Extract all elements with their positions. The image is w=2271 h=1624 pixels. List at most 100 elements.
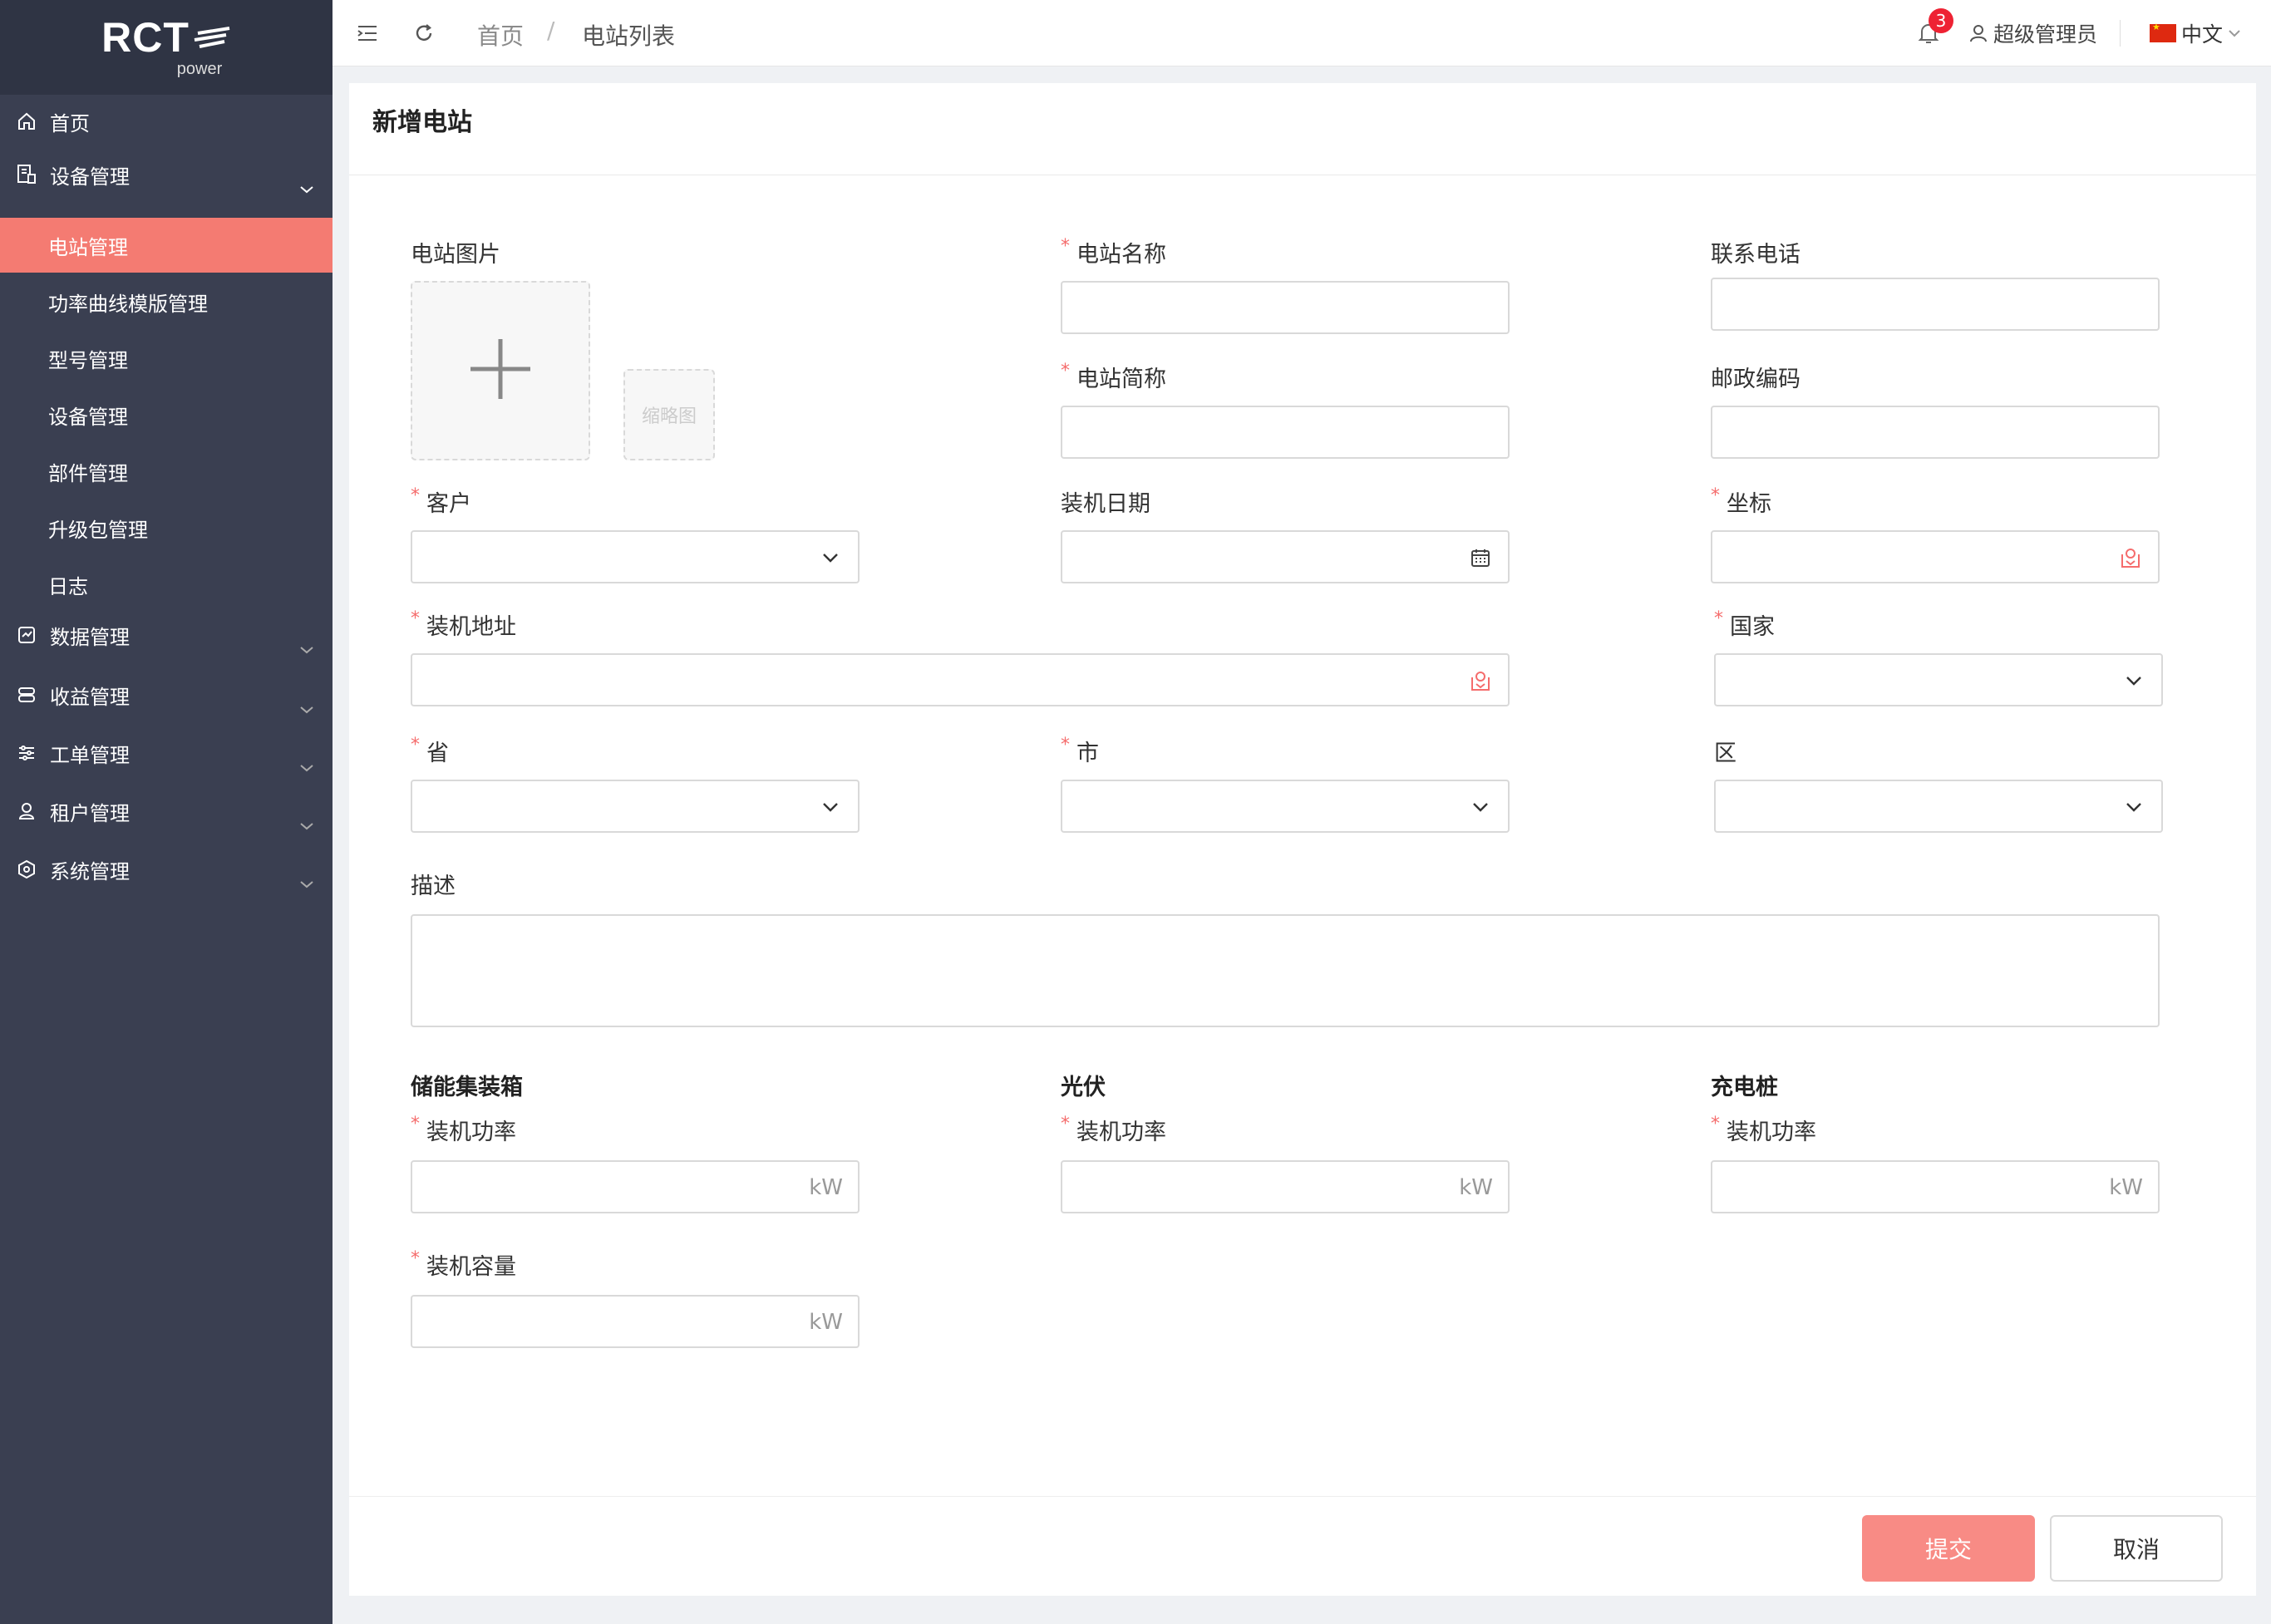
label-text: 电站名称 — [1076, 242, 1166, 268]
city-select[interactable] — [1061, 780, 1510, 833]
country-select[interactable] — [1714, 653, 2163, 706]
chevron-down-icon — [299, 871, 314, 894]
header-divider — [2120, 20, 2121, 47]
required-mark: * — [411, 1248, 420, 1269]
postal-code-label: 邮政编码 — [1711, 367, 1801, 392]
sidebar-item-workorder[interactable]: 工单管理 — [0, 728, 333, 778]
submit-button[interactable]: 提交 — [1862, 1515, 2035, 1582]
coordinates-input[interactable] — [1711, 530, 2160, 583]
sidebar-item-label: 设备管理 — [50, 165, 130, 189]
install-date-picker[interactable] — [1061, 530, 1510, 583]
chevron-down-icon — [1468, 795, 1493, 819]
province-select[interactable] — [411, 780, 860, 833]
sidebar-item-revenue[interactable]: 收益管理 — [0, 670, 333, 720]
breadcrumb-current: 电站列表 — [582, 22, 676, 50]
notification-badge: 3 — [1929, 8, 1953, 33]
description-textarea[interactable] — [411, 914, 2160, 1027]
sidebar-item-label: 系统管理 — [50, 859, 130, 883]
logo-stripes-icon — [193, 17, 231, 58]
sidebar-subitem-log[interactable]: 日志 — [0, 557, 333, 612]
province-label: * 省 — [411, 735, 449, 767]
collapse-menu-icon[interactable] — [354, 20, 381, 47]
form-footer: 提交 取消 — [349, 1496, 2256, 1596]
required-mark: * — [1061, 236, 1070, 257]
breadcrumb-home[interactable]: 首页 — [477, 18, 524, 52]
customer-label: * 客户 — [411, 485, 471, 518]
label-text: 装机容量 — [426, 1254, 516, 1280]
system-icon — [15, 858, 38, 881]
submenu-label: 电站管理 — [48, 235, 128, 259]
station-name-label: * 电站名称 — [1061, 236, 1166, 268]
submenu-label: 升级包管理 — [48, 518, 148, 542]
install-address-input[interactable] — [411, 653, 1510, 706]
charger-power-input[interactable]: kW — [1711, 1160, 2160, 1213]
user-menu[interactable]: 超级管理员 — [1968, 18, 2097, 48]
map-pin-icon[interactable] — [2118, 545, 2143, 570]
revenue-icon — [15, 683, 38, 706]
customer-select[interactable] — [411, 530, 860, 583]
install-address-label: * 装机地址 — [411, 608, 516, 641]
required-mark: * — [1714, 608, 1723, 629]
charger-power-label: * 装机功率 — [1711, 1114, 1816, 1146]
logo: RCT power — [0, 0, 333, 95]
sidebar-item-system[interactable]: 系统管理 — [0, 844, 333, 894]
language-selector[interactable]: 中文 — [2150, 18, 2241, 48]
storage-capacity-input[interactable]: kW — [411, 1295, 860, 1348]
label-text: 省 — [426, 741, 449, 766]
required-mark: * — [1711, 1114, 1720, 1134]
sidebar-subitem-station-management[interactable]: 电站管理 — [0, 218, 333, 273]
chevron-down-icon — [2121, 795, 2146, 819]
submenu-label: 日志 — [48, 574, 88, 598]
chevron-down-icon — [299, 813, 314, 836]
contact-phone-input[interactable] — [1711, 278, 2160, 331]
submenu-label: 型号管理 — [48, 348, 128, 372]
unit-suffix: kW — [809, 1310, 843, 1335]
sidebar-subitem-parts[interactable]: 部件管理 — [0, 444, 333, 499]
device-icon — [15, 163, 38, 186]
page-title: 新增电站 — [372, 108, 472, 137]
station-image-label: 电站图片 — [411, 242, 500, 268]
sidebar-subitem-power-curve[interactable]: 功率曲线模版管理 — [0, 274, 333, 329]
chevron-down-icon — [2228, 29, 2241, 37]
required-mark: * — [1711, 485, 1720, 506]
refresh-icon[interactable] — [411, 20, 437, 47]
sidebar: RCT power 首页 设备管理 电站管理 功率曲线模版管理 型号管理 设备管… — [0, 0, 333, 1624]
sidebar-subitem-upgrade[interactable]: 升级包管理 — [0, 500, 333, 555]
label-text: 客户 — [426, 491, 471, 517]
calendar-icon[interactable] — [1468, 545, 1493, 570]
sidebar-subitem-device[interactable]: 设备管理 — [0, 387, 333, 442]
chevron-down-icon — [818, 545, 843, 570]
cancel-button[interactable]: 取消 — [2050, 1515, 2223, 1582]
user-icon — [1968, 23, 1988, 43]
sidebar-item-data[interactable]: 数据管理 — [0, 610, 333, 660]
postal-code-input[interactable] — [1711, 406, 2160, 459]
label-text: 市 — [1076, 741, 1099, 766]
image-upload[interactable] — [411, 281, 590, 460]
station-name-input[interactable] — [1061, 281, 1510, 334]
sidebar-item-device-management[interactable]: 设备管理 — [0, 150, 333, 199]
label-text: 装机功率 — [1076, 1120, 1166, 1145]
label-text: 国家 — [1730, 614, 1775, 640]
install-date-label: 装机日期 — [1061, 491, 1150, 517]
sidebar-item-tenant[interactable]: 租户管理 — [0, 786, 333, 836]
workorder-icon — [15, 741, 38, 765]
sidebar-subitem-model[interactable]: 型号管理 — [0, 331, 333, 386]
data-icon — [15, 623, 38, 647]
unit-suffix: kW — [2109, 1175, 2143, 1200]
china-flag-icon — [2150, 22, 2176, 42]
language-label: 中文 — [2181, 22, 2224, 47]
submenu-label: 部件管理 — [48, 461, 128, 485]
section-storage: 储能集装箱 — [411, 1075, 523, 1100]
user-name: 超级管理员 — [1993, 22, 2098, 47]
sidebar-item-label: 租户管理 — [50, 801, 130, 825]
storage-capacity-label: * 装机容量 — [411, 1248, 516, 1281]
required-mark: * — [1061, 735, 1070, 755]
label-text: 装机功率 — [1727, 1120, 1816, 1145]
district-select[interactable] — [1714, 780, 2163, 833]
station-short-input[interactable] — [1061, 406, 1510, 459]
map-pin-icon[interactable] — [1468, 668, 1493, 693]
sidebar-item-home[interactable]: 首页 — [0, 96, 333, 146]
pv-power-input[interactable]: kW — [1061, 1160, 1510, 1213]
storage-power-input[interactable]: kW — [411, 1160, 860, 1213]
thumbnail-text: 缩略图 — [641, 406, 697, 427]
